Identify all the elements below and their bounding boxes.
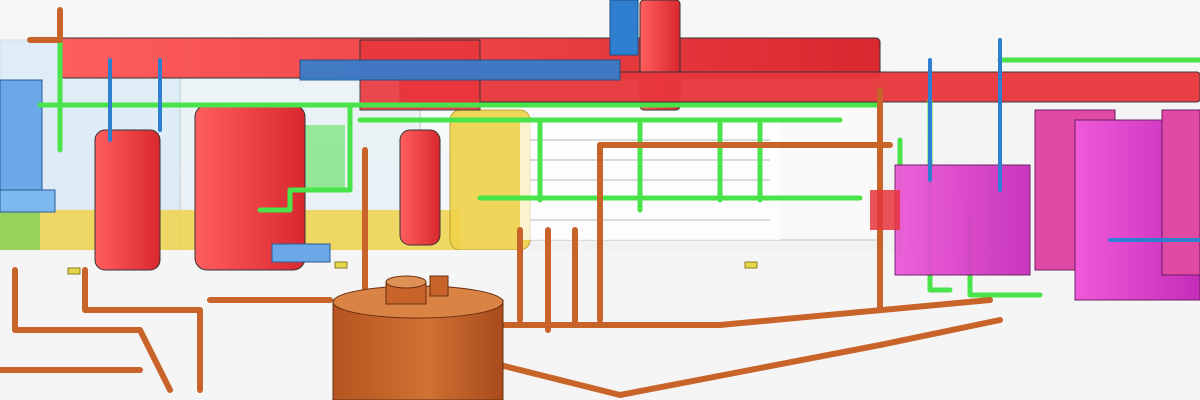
support-pad-3 bbox=[744, 261, 758, 269]
tank-nozzle-2 bbox=[429, 275, 449, 297]
wall-green-left bbox=[0, 210, 40, 255]
wall-green-mid bbox=[300, 125, 345, 190]
duct-red-unit-3 bbox=[399, 129, 441, 246]
support-pad-1 bbox=[67, 267, 81, 275]
tank-nozzle-1-top bbox=[385, 275, 427, 289]
tank-orange bbox=[332, 275, 504, 400]
orange-pipe-top-left bbox=[27, 7, 63, 43]
duct-red-unit-1 bbox=[94, 129, 161, 271]
equip-red-panel bbox=[870, 190, 900, 230]
equip-magenta-left bbox=[894, 164, 1031, 276]
duct-blue-small-box bbox=[271, 243, 331, 263]
equip-pink-far-right bbox=[1161, 109, 1200, 276]
duct-blue-rise bbox=[609, 0, 639, 56]
scene-root bbox=[0, 0, 1200, 400]
duct-blue-left-base bbox=[0, 189, 56, 213]
mep-render-canvas bbox=[0, 0, 1200, 400]
support-pad-2 bbox=[334, 261, 348, 269]
duct-blue-run bbox=[299, 59, 621, 81]
